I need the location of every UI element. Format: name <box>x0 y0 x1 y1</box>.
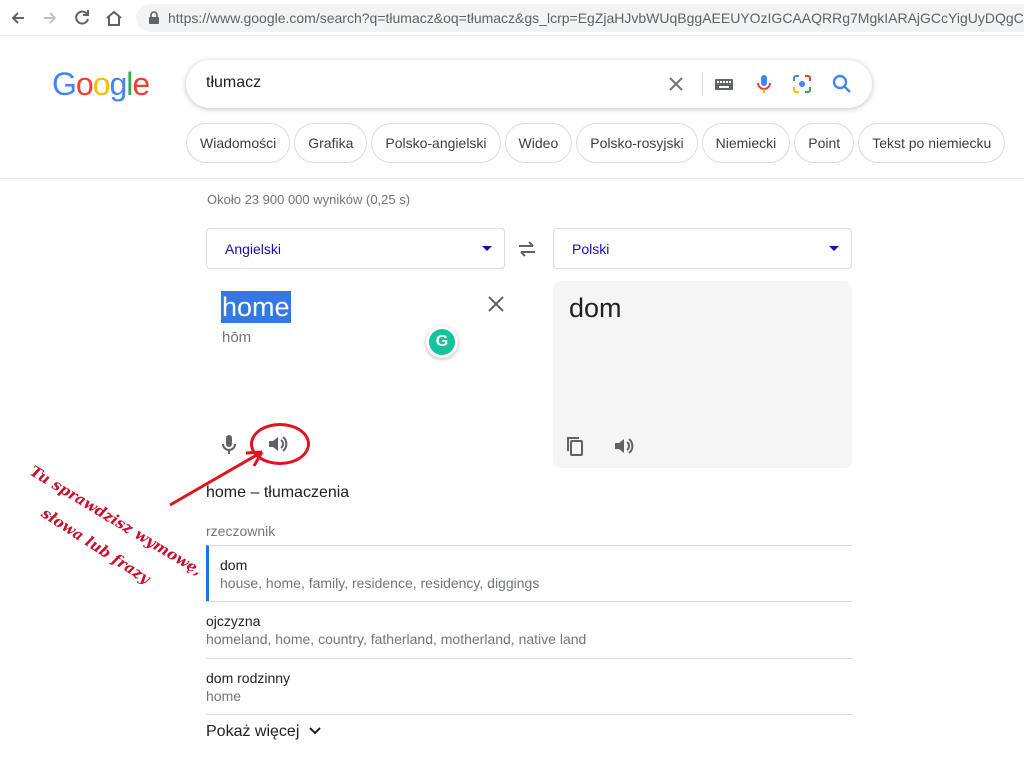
highlight-circle <box>250 423 310 465</box>
lock-icon <box>149 11 159 24</box>
target-text: dom <box>569 293 622 323</box>
chip[interactable]: Wiadomości <box>186 123 291 163</box>
show-more-button[interactable]: Pokaż więcej <box>206 723 322 741</box>
reload-icon[interactable] <box>72 8 92 28</box>
divider <box>0 178 1024 179</box>
chip[interactable]: Wideo <box>504 123 573 163</box>
chip[interactable]: Tekst po niemiecku <box>858 123 1006 163</box>
microphone-icon[interactable] <box>219 433 239 457</box>
chip[interactable]: Point <box>794 123 855 163</box>
chip[interactable]: Niemiecki <box>701 123 791 163</box>
search-box[interactable]: tłumacz <box>186 60 872 108</box>
search-icon[interactable] <box>830 72 854 96</box>
result-stats: Około 23 900 000 wyników (0,25 s) <box>207 192 411 207</box>
forward-icon[interactable] <box>40 8 60 28</box>
translation-row[interactable]: dom house, home, family, residence, resi… <box>206 545 852 602</box>
translation-word: ojczyzna <box>206 613 261 629</box>
divider <box>702 72 703 96</box>
chip[interactable]: Polsko-rosyjski <box>576 123 698 163</box>
google-logo[interactable]: Google <box>52 66 150 103</box>
address-bar[interactable]: https://www.google.com/search?q=tłumacz&… <box>136 4 1024 32</box>
target-language-select[interactable]: Polski <box>553 228 852 269</box>
translation-word: dom rodzinny <box>206 670 291 686</box>
show-more-label: Pokaż więcej <box>206 723 300 740</box>
swap-languages-icon[interactable] <box>515 238 539 260</box>
keyboard-icon[interactable] <box>712 72 736 96</box>
logo-letter: o <box>75 66 94 102</box>
back-icon[interactable] <box>8 8 28 28</box>
translations-heading: home – tłumaczenia <box>206 484 350 501</box>
translation-synonyms: homeland, home, country, fatherland, mot… <box>206 631 587 647</box>
clear-icon[interactable] <box>484 292 508 316</box>
filter-chips: Wiadomości Grafika Polsko-angielski Wideo Po… <box>186 123 1009 163</box>
logo-letter: e <box>132 66 150 102</box>
chevron-down-icon <box>309 727 321 735</box>
target-language-label: Polski <box>572 241 610 257</box>
clear-icon[interactable] <box>664 72 688 96</box>
source-language-label: Angielski <box>225 241 282 257</box>
lens-icon[interactable] <box>790 72 814 96</box>
url-text: https://www.google.com/search?q=tłumacz&… <box>168 10 1024 26</box>
speaker-icon[interactable] <box>612 435 634 457</box>
part-of-speech: rzeczownik <box>206 523 276 539</box>
target-panel: dom <box>553 281 852 468</box>
voice-search-icon[interactable] <box>752 72 776 96</box>
source-phonetic: hōm <box>222 329 252 346</box>
search-input[interactable]: tłumacz <box>206 74 261 92</box>
divider <box>206 714 852 715</box>
logo-letter: g <box>109 66 127 102</box>
chevron-down-icon <box>482 246 492 251</box>
translation-synonyms: home <box>206 688 242 704</box>
translation-row[interactable]: dom rodzinny home <box>206 658 852 715</box>
logo-letter: G <box>52 66 77 102</box>
chip[interactable]: Polsko-angielski <box>371 123 501 163</box>
copy-icon[interactable] <box>565 435 585 457</box>
browser-toolbar: https://www.google.com/search?q=tłumacz&… <box>0 0 1024 36</box>
translation-word: dom <box>220 557 248 573</box>
chip[interactable]: Grafika <box>294 123 368 163</box>
translation-row[interactable]: ojczyzna homeland, home, country, father… <box>206 601 852 658</box>
chevron-down-icon <box>829 246 839 251</box>
home-icon[interactable] <box>104 8 124 28</box>
translation-synonyms: house, home, family, residence, residenc… <box>220 575 540 591</box>
grammarly-icon[interactable]: G <box>426 326 458 358</box>
logo-letter: o <box>92 66 111 102</box>
source-text[interactable]: home <box>221 291 291 323</box>
source-language-select[interactable]: Angielski <box>206 228 505 269</box>
